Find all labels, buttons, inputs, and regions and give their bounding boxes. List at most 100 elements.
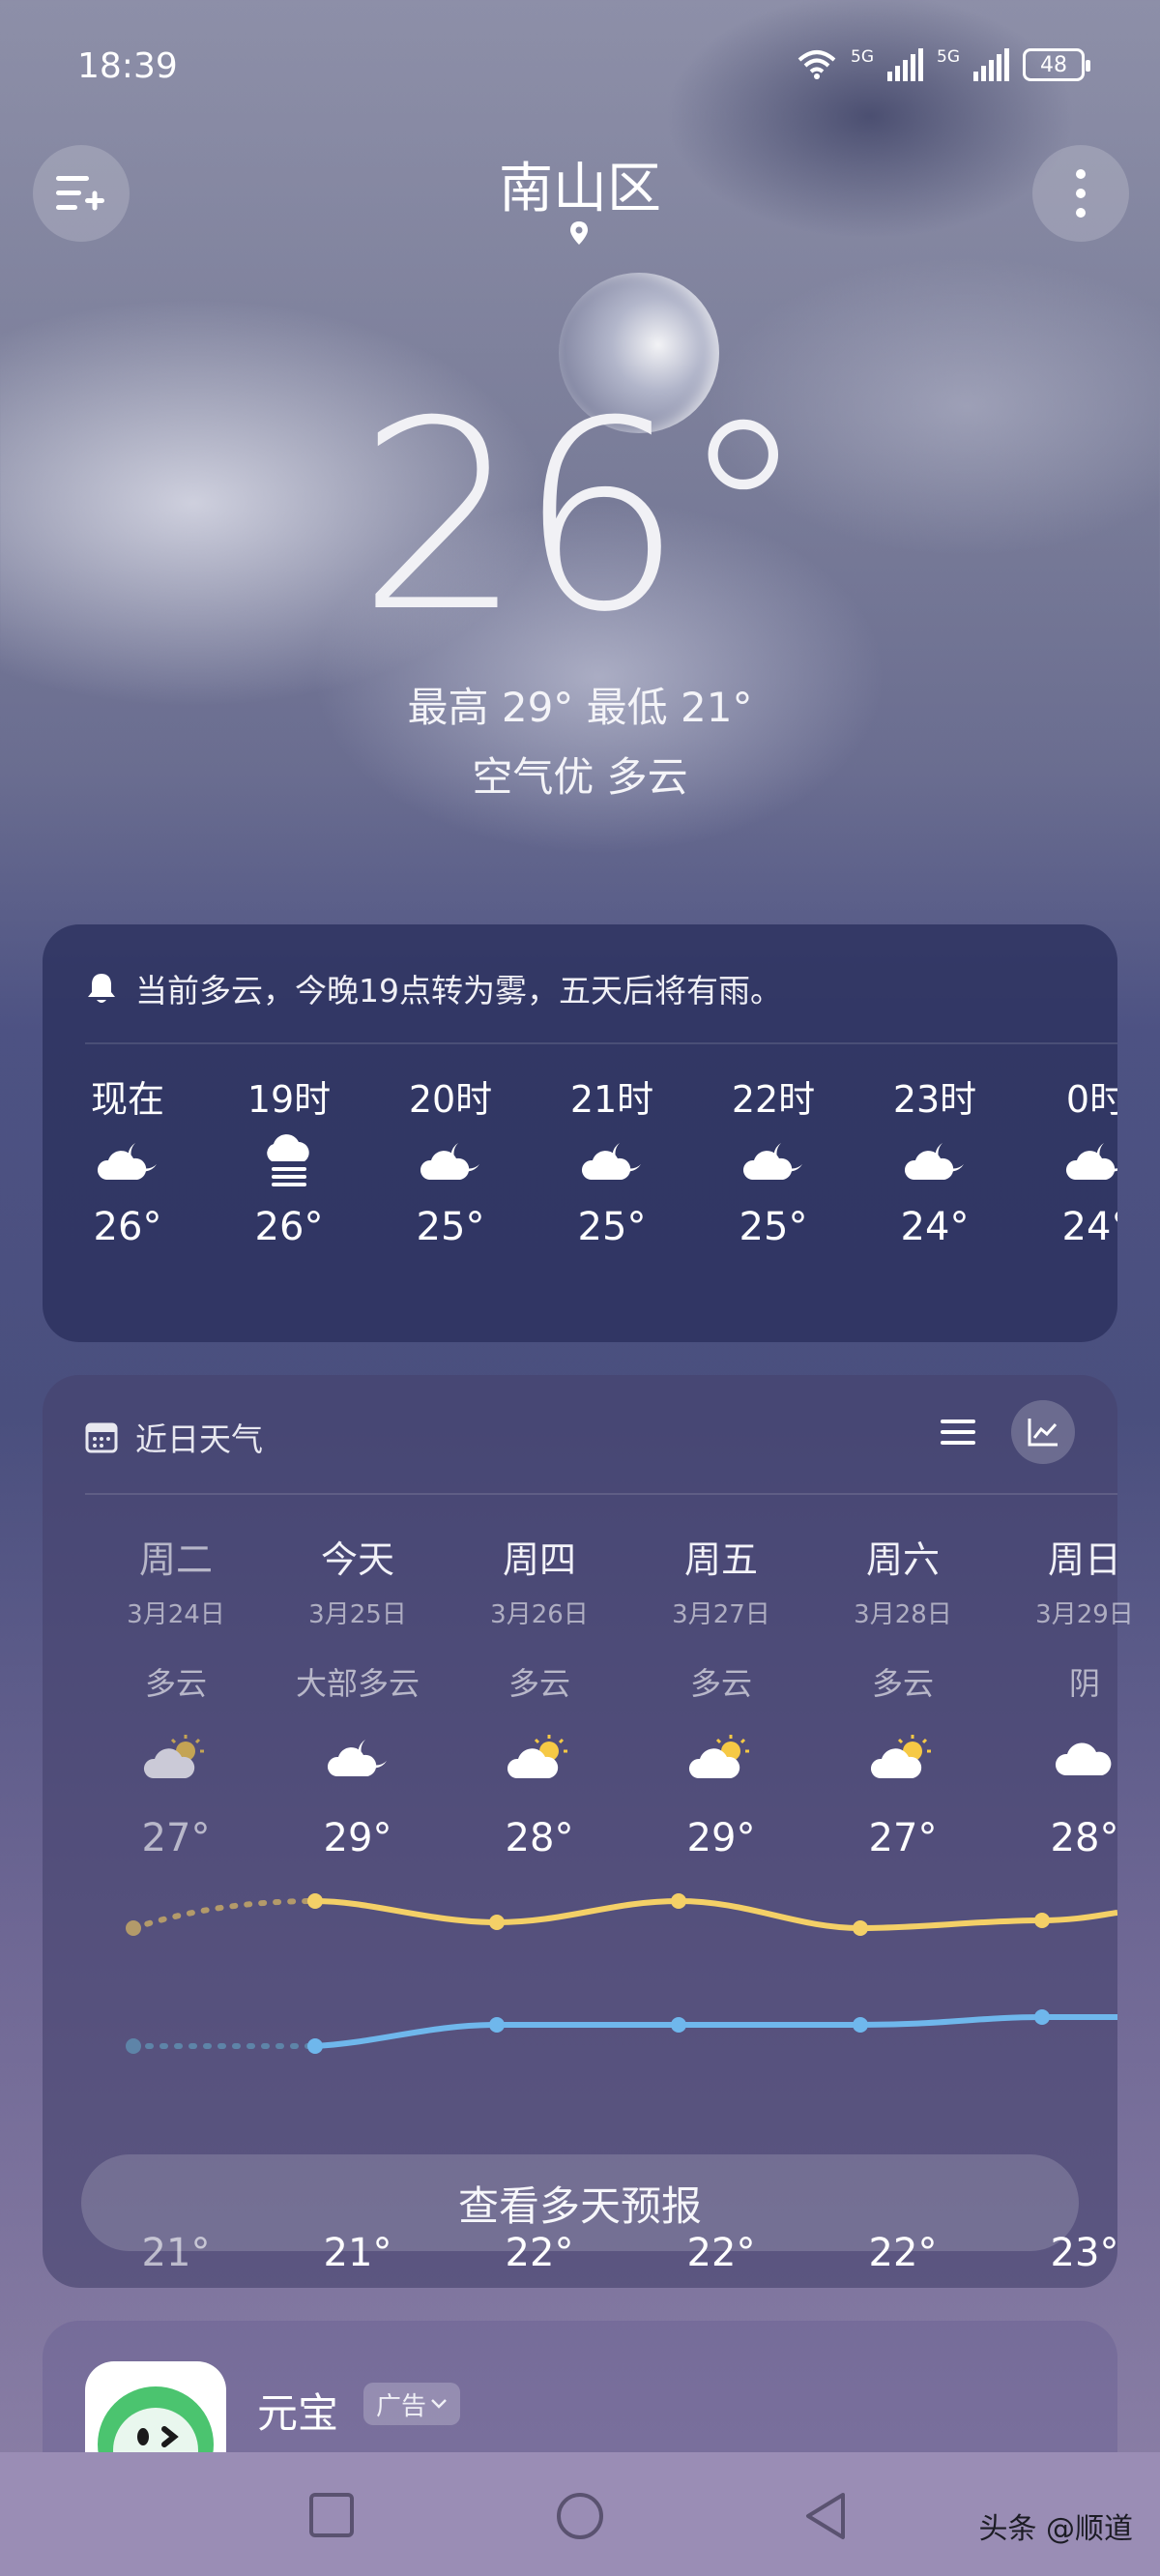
line-chart-icon (1028, 1419, 1058, 1447)
hour-label: 0时 (1065, 1078, 1117, 1121)
status-time: 18:39 (77, 46, 178, 86)
hourly-item: 19时 26° (212, 1069, 366, 1249)
high-low-temperature: 最高 29° 最低 21° (407, 684, 753, 731)
day-high: 28° (1050, 1816, 1119, 1860)
home-button[interactable] (555, 2491, 605, 2541)
day-name: 周日 (1047, 1538, 1121, 1581)
day-high: 27° (868, 1816, 938, 1860)
day-column[interactable]: 周五 3月27日 多云 29° 22° (634, 1530, 808, 2275)
low-point (671, 2017, 686, 2033)
day-date: 3月28日 (854, 1600, 952, 1629)
divider (85, 1042, 1117, 1044)
day-date: 3月24日 (127, 1600, 225, 1629)
partly-cloudy-icon (816, 1713, 990, 1802)
battery-level: 48 (1040, 52, 1067, 77)
signal-icon-2 (973, 48, 1009, 81)
cloud-moon-icon (1019, 1118, 1117, 1205)
hour-temp: 26° (93, 1205, 162, 1249)
low-point (489, 2017, 505, 2033)
divider (85, 1493, 1117, 1495)
low-trend-line (314, 2014, 1117, 2049)
day-weather: 多云 (508, 1665, 570, 1702)
partly-cloudy-icon (452, 1713, 626, 1802)
cloud-moon-icon (535, 1118, 689, 1205)
wifi-icon (798, 50, 836, 79)
cloud-moon-icon (50, 1118, 205, 1205)
day-column[interactable]: 周二 3月24日 多云 27° 21° (89, 1530, 263, 2275)
high-point (489, 1915, 505, 1930)
view-more-forecast-button[interactable]: 查看多天预报 (81, 2154, 1079, 2251)
cloud-icon (998, 1713, 1160, 1802)
partly-cloudy-icon (634, 1713, 808, 1802)
temperature-trend-chart (126, 1893, 1117, 2054)
list-view-button[interactable] (926, 1400, 990, 1464)
hour-label: 19时 (246, 1078, 332, 1121)
ad-app-name: 元宝 (257, 2389, 339, 2437)
cloud-moon-icon (271, 1713, 445, 1802)
day-high: 28° (505, 1816, 574, 1860)
day-column[interactable]: 周日 3月29日 阴 28° 23° (998, 1530, 1160, 2275)
partly-cloudy-icon (89, 1713, 263, 1802)
network-label-2: 5G (937, 46, 960, 67)
hour-label: 现在 (90, 1078, 164, 1121)
weather-alert[interactable]: 当前多云，今晚19点转为雾，五天后将有雨。 (85, 965, 782, 1011)
day-date: 3月27日 (672, 1600, 770, 1629)
watermark: 头条 @顺道 (978, 2512, 1133, 2546)
hour-temp: 24° (900, 1205, 970, 1249)
day-column[interactable]: 周四 3月26日 多云 28° 22° (452, 1530, 626, 2275)
day-weather: 阴 (1068, 1665, 1100, 1702)
day-column[interactable]: 今天 3月25日 大部多云 29° 21° (271, 1530, 445, 2275)
network-label-1: 5G (851, 46, 874, 67)
day-date: 3月25日 (308, 1600, 407, 1629)
day-name: 周二 (138, 1538, 213, 1581)
hour-temp: 25° (416, 1205, 485, 1249)
hourly-item: 23时 24° (857, 1069, 1012, 1249)
hourly-item: 21时 25° (535, 1069, 689, 1249)
high-trend-past (130, 1898, 318, 1931)
high-point (853, 1920, 868, 1936)
air-quality-weather[interactable]: 空气优 多云 (0, 745, 1160, 804)
high-point (1034, 1913, 1050, 1928)
calendar-icon (85, 1422, 118, 1453)
low-point (1034, 2009, 1050, 2025)
cloud-moon-icon (857, 1118, 1012, 1205)
hour-label: 20时 (408, 1078, 493, 1121)
city-name[interactable]: 南山区 (0, 145, 1160, 223)
hourly-item: 20时 25° (373, 1069, 528, 1249)
day-name: 周六 (865, 1538, 940, 1581)
status-bar: 18:39 5G 5G 48 (0, 0, 1160, 135)
status-icons: 5G 5G 48 (797, 46, 1090, 81)
recent-apps-button[interactable] (307, 2491, 356, 2539)
ad-tag-button[interactable]: 广告 (363, 2383, 460, 2425)
day-high: 27° (141, 1816, 211, 1860)
day-weather: 多云 (144, 1665, 207, 1702)
day-date: 3月29日 (1035, 1600, 1134, 1629)
day-weather: 多云 (871, 1665, 934, 1702)
hour-label: 22时 (731, 1078, 816, 1121)
list-icon (941, 1420, 975, 1445)
high-point (307, 1893, 323, 1909)
high-point (671, 1893, 686, 1909)
view-toggle (926, 1400, 1075, 1464)
ad-tag-label: 广告 (375, 2391, 426, 2421)
hourly-list[interactable]: 现在 26° 19时 26° 20时 25° 21时 25° 22时 25° 2… (43, 1069, 1117, 1321)
high-trend-line (314, 1897, 1117, 1932)
hour-label: 23时 (892, 1078, 977, 1121)
hour-temp: 25° (577, 1205, 647, 1249)
weather-alert-text: 当前多云，今晚19点转为雾，五天后将有雨。 (135, 972, 782, 1010)
day-weather: 大部多云 (295, 1665, 420, 1702)
daily-title: 近日天气 (85, 1414, 263, 1460)
day-weather: 多云 (689, 1665, 752, 1702)
cloud-moon-icon (373, 1118, 528, 1205)
hourly-forecast-card: 当前多云，今晚19点转为雾，五天后将有雨。 现在 26° 19时 26° 20时… (43, 924, 1117, 1342)
chart-view-button[interactable] (1011, 1400, 1075, 1464)
hour-temp: 24° (1061, 1205, 1117, 1249)
low-point (126, 2038, 141, 2054)
cloud-moon-icon (696, 1118, 851, 1205)
hourly-item: 现在 26° (50, 1069, 205, 1249)
hourly-item: 22时 25° (696, 1069, 851, 1249)
back-button[interactable] (802, 2491, 849, 2541)
day-column[interactable]: 周六 3月28日 多云 27° 22° (816, 1530, 990, 2275)
battery-icon: 48 (1023, 48, 1090, 81)
hourly-item: 0时 24° (1019, 1069, 1117, 1249)
